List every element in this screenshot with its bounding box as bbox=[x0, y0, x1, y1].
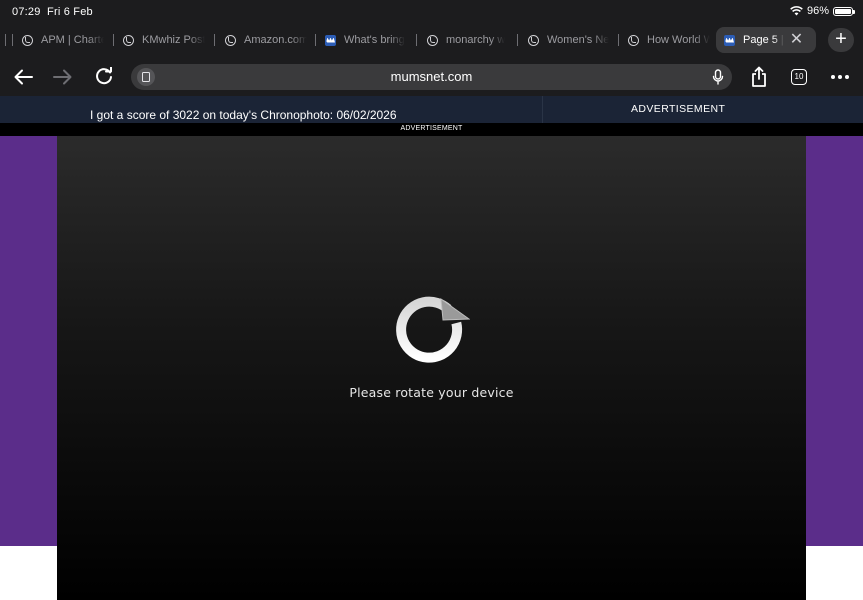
forward-button[interactable] bbox=[50, 62, 76, 92]
globe-icon bbox=[225, 34, 236, 46]
tab-separator bbox=[5, 34, 6, 46]
reload-icon bbox=[96, 67, 112, 85]
forward-arrow-icon bbox=[53, 69, 72, 85]
new-tab-button[interactable]: + bbox=[828, 28, 854, 52]
tab-separator bbox=[517, 34, 518, 46]
tab-separator bbox=[618, 34, 619, 46]
score-banner: I got a score of 3022 on today's Chronop… bbox=[0, 96, 863, 123]
score-text: I got a score of 3022 on today's Chronop… bbox=[90, 108, 397, 122]
status-clock: 07:29 bbox=[12, 6, 41, 18]
globe-icon bbox=[427, 34, 438, 46]
right-white-block bbox=[806, 546, 863, 600]
tab-item[interactable]: Women's Ne bbox=[528, 27, 610, 53]
wifi-icon bbox=[790, 6, 803, 16]
globe-icon bbox=[123, 34, 134, 46]
mumsnet-icon bbox=[724, 34, 735, 46]
tab-item[interactable]: APM | Charte bbox=[22, 27, 104, 53]
tab-separator bbox=[416, 34, 417, 46]
tab-separator bbox=[214, 34, 215, 46]
tab-count-badge: 10 bbox=[791, 69, 807, 85]
share-button[interactable] bbox=[746, 62, 772, 92]
tab-active[interactable]: Page 5 | ✕ bbox=[716, 27, 816, 53]
status-bar: 07:29 Fri 6 Feb 96% bbox=[0, 0, 863, 24]
battery-icon bbox=[833, 6, 855, 16]
back-button[interactable] bbox=[10, 62, 36, 92]
tab-separator bbox=[315, 34, 316, 46]
ad-strip: ADVERTISEMENT bbox=[0, 123, 863, 136]
tab-label: KMwhiz Post bbox=[142, 34, 205, 46]
mumsnet-icon bbox=[325, 34, 336, 46]
reload-button[interactable] bbox=[91, 62, 117, 92]
status-date: Fri 6 Feb bbox=[47, 6, 93, 18]
tab-strip: APM | Charte KMwhiz Post Amazon.com What… bbox=[0, 27, 863, 53]
globe-icon bbox=[628, 34, 639, 46]
address-bar[interactable]: mumsnet.com bbox=[131, 64, 732, 90]
left-purple-rail bbox=[0, 136, 57, 546]
advertisement-small-label: ADVERTISEMENT bbox=[400, 125, 463, 132]
close-icon[interactable]: ✕ bbox=[790, 32, 803, 48]
tab-item[interactable]: What's bring bbox=[325, 27, 407, 53]
tab-item[interactable]: KMwhiz Post bbox=[123, 27, 205, 53]
banner-divider bbox=[542, 96, 543, 123]
tab-label: monarchy w bbox=[446, 34, 506, 46]
more-button[interactable] bbox=[826, 62, 854, 92]
globe-icon bbox=[528, 34, 539, 46]
tab-label: How World W bbox=[647, 34, 710, 46]
tab-item[interactable]: How World W bbox=[628, 27, 710, 53]
left-white-block bbox=[0, 546, 57, 600]
tab-label: Amazon.com bbox=[244, 34, 307, 46]
more-icon bbox=[831, 75, 849, 79]
globe-icon bbox=[22, 34, 33, 46]
back-arrow-icon bbox=[14, 69, 33, 85]
tab-label: Page 5 | bbox=[743, 34, 784, 46]
battery-percent: 96% bbox=[806, 5, 829, 17]
rotate-message: Please rotate your device bbox=[349, 385, 514, 400]
game-frame: Please rotate your device bbox=[57, 136, 806, 600]
tabs-overview-button[interactable]: 10 bbox=[786, 62, 812, 92]
rotate-device-icon bbox=[396, 296, 470, 363]
tab-label: What's bring bbox=[344, 34, 405, 46]
tab-label: APM | Charte bbox=[41, 34, 104, 46]
tab-item[interactable]: monarchy w bbox=[427, 27, 509, 53]
share-icon bbox=[752, 66, 766, 87]
status-indicators: 96% bbox=[790, 5, 855, 17]
microphone-icon[interactable] bbox=[712, 69, 724, 85]
plus-icon: + bbox=[835, 28, 847, 50]
status-time: 07:29 Fri 6 Feb bbox=[12, 6, 93, 18]
tab-item[interactable]: Amazon.com bbox=[225, 27, 307, 53]
url-text: mumsnet.com bbox=[390, 69, 473, 84]
navigation-bar: mumsnet.com 10 bbox=[0, 58, 863, 96]
advertisement-label: ADVERTISEMENT bbox=[631, 103, 726, 115]
right-purple-rail bbox=[806, 136, 863, 546]
tab-separator bbox=[113, 34, 114, 46]
tab-label: Women's Ne bbox=[547, 34, 610, 46]
tab-separator bbox=[12, 34, 13, 46]
